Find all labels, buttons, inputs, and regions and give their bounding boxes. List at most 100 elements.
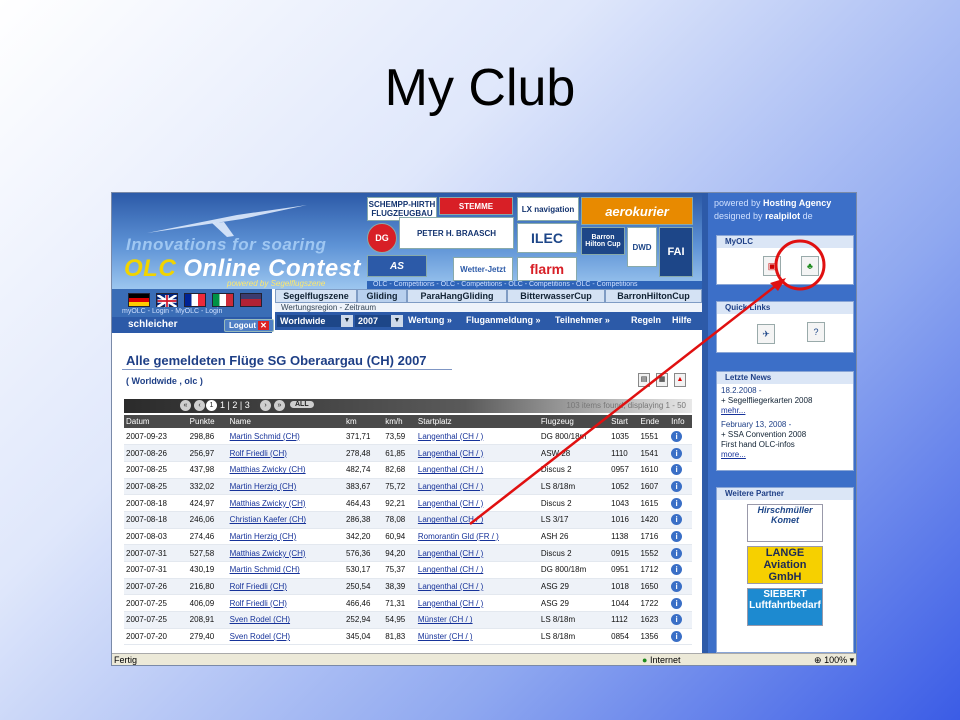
nav-link-regeln[interactable]: Regeln: [631, 315, 661, 325]
column-header[interactable]: Info: [669, 415, 692, 428]
next-page-icon[interactable]: ›: [260, 400, 271, 411]
flag-us-icon[interactable]: [240, 293, 262, 307]
sponsor-logo[interactable]: FAI: [659, 227, 693, 277]
table-row[interactable]: 2007-07-25 208,91 Sven Rodel (CH) 252,94 54,…: [124, 611, 692, 629]
info-cell[interactable]: i: [669, 511, 692, 529]
table-cell[interactable]: Matthias Zwicky (CH): [227, 544, 344, 562]
nav-link-teilnehmer[interactable]: Teilnehmer »: [555, 315, 610, 325]
sponsor-logo[interactable]: AS: [367, 255, 427, 277]
zoom-level[interactable]: ⊕ 100% ▾: [814, 655, 854, 665]
info-icon[interactable]: i: [671, 530, 683, 542]
table-cell[interactable]: Langenthal (CH / ): [415, 428, 539, 446]
table-cell[interactable]: Martin Herzig (CH): [227, 478, 344, 496]
column-header[interactable]: Flugzeug: [538, 415, 610, 428]
info-icon[interactable]: i: [671, 430, 683, 442]
info-cell[interactable]: i: [669, 628, 692, 646]
table-cell[interactable]: Langenthal (CH / ): [415, 444, 539, 462]
table-row[interactable]: 2007-08-18 246,06 Christian Kaefer (CH) 286…: [124, 511, 692, 529]
tab-segelflugszene[interactable]: Segelflugszene: [275, 289, 357, 303]
page-number-icon[interactable]: 1: [206, 400, 217, 411]
flight-upload-icon[interactable]: ✈: [757, 324, 775, 344]
flag-uk-icon[interactable]: [156, 293, 178, 309]
table-row[interactable]: 2007-08-03 274,46 Martin Herzig (CH) 342,20…: [124, 528, 692, 546]
info-cell[interactable]: i: [669, 528, 692, 546]
info-icon[interactable]: i: [671, 631, 683, 643]
tab-bitterwassercup[interactable]: BitterwasserCup: [507, 289, 605, 303]
nav-link-hilfe[interactable]: Hilfe: [672, 315, 692, 325]
table-cell[interactable]: Langenthal (CH / ): [415, 561, 539, 579]
table-row[interactable]: 2007-07-31 527,58 Matthias Zwicky (CH) 576,…: [124, 544, 692, 562]
sponsor-logo[interactable]: DWD: [627, 227, 657, 267]
year-select[interactable]: 2007 ▼: [355, 315, 403, 327]
column-header[interactable]: Startplatz: [415, 415, 539, 428]
table-cell[interactable]: Christian Kaefer (CH): [227, 511, 344, 529]
logout-button[interactable]: Logout ✕: [224, 319, 274, 332]
nav-link-fluganmeldung[interactable]: Fluganmeldung »: [466, 315, 541, 325]
partner-logo[interactable]: SIEBERT Luftfahrtbedarf: [747, 588, 823, 626]
info-cell[interactable]: i: [669, 428, 692, 446]
info-cell[interactable]: i: [669, 544, 692, 562]
info-icon[interactable]: i: [671, 447, 683, 459]
sponsor-logo[interactable]: PETER H. BRAASCH: [399, 217, 514, 249]
column-header[interactable]: Ende: [638, 415, 670, 428]
table-cell[interactable]: Martin Schmid (CH): [227, 561, 344, 579]
partner-logo[interactable]: LANGE Aviation GmbH: [747, 546, 823, 584]
partner-logo[interactable]: Hirschmüller Komet: [747, 504, 823, 542]
table-cell[interactable]: Langenthal (CH / ): [415, 578, 539, 596]
column-header[interactable]: Name: [227, 415, 344, 428]
my-club-icon[interactable]: ♣: [801, 256, 819, 276]
page-numbers[interactable]: 1 | 2 | 3: [220, 400, 250, 410]
table-cell[interactable]: Martin Schmid (CH): [227, 428, 344, 446]
info-icon[interactable]: i: [671, 497, 683, 509]
sponsor-logo[interactable]: Barron Hilton Cup: [581, 227, 625, 255]
table-cell[interactable]: Langenthal (CH / ): [415, 461, 539, 479]
table-row[interactable]: 2007-07-31 430,19 Martin Schmid (CH) 530,17…: [124, 561, 692, 579]
info-icon[interactable]: i: [671, 464, 683, 476]
sponsor-logo[interactable]: Wetter-Jetzt: [453, 257, 513, 281]
sponsor-logo[interactable]: ILEC: [517, 223, 577, 253]
news-more-link[interactable]: mehr...: [721, 406, 745, 415]
sponsor-logo[interactable]: LX navigation: [517, 197, 579, 221]
table-row[interactable]: 2007-08-26 256,97 Rolf Friedli (CH) 278,48 6…: [124, 444, 692, 462]
sponsor-logo[interactable]: STEMME: [439, 197, 513, 215]
region-select[interactable]: Worldwide ▼: [277, 315, 353, 327]
table-cell[interactable]: Langenthal (CH / ): [415, 594, 539, 613]
table-cell[interactable]: Münster (CH / ): [415, 628, 539, 646]
designer-link[interactable]: realpilot: [765, 211, 800, 221]
info-icon[interactable]: i: [671, 480, 683, 492]
table-cell[interactable]: Langenthal (CH / ): [415, 511, 539, 529]
last-page-icon[interactable]: »: [274, 400, 285, 411]
table-row[interactable]: 2007-08-18 424,97 Matthias Zwicky (CH) 464,…: [124, 494, 692, 512]
nav-link-wertung[interactable]: Wertung »: [408, 315, 452, 325]
column-header[interactable]: Punkte: [187, 415, 228, 428]
tab-barronhiltoncup[interactable]: BarronHiltonCup: [605, 289, 702, 303]
table-cell[interactable]: Sven Rodel (CH): [227, 628, 344, 646]
info-cell[interactable]: i: [669, 578, 692, 596]
table-cell[interactable]: Romorantin Gld (FR / ): [415, 528, 539, 546]
table-row[interactable]: 2007-07-20 279,40 Sven Rodel (CH) 345,04 81,…: [124, 628, 692, 646]
sponsor-logo[interactable]: DG: [367, 223, 397, 253]
info-icon[interactable]: i: [671, 614, 683, 626]
first-page-icon[interactable]: «: [180, 400, 191, 411]
info-icon[interactable]: i: [671, 514, 683, 526]
show-all-button[interactable]: ALL: [290, 401, 314, 408]
table-cell[interactable]: Sven Rodel (CH): [227, 611, 344, 629]
info-cell[interactable]: i: [669, 561, 692, 579]
flag-it-icon[interactable]: [212, 293, 234, 307]
table-cell[interactable]: Martin Herzig (CH): [227, 528, 344, 546]
table-cell[interactable]: Rolf Friedli (CH): [227, 444, 344, 462]
table-row[interactable]: 2007-08-25 437,98 Matthias Zwicky (CH) 482,…: [124, 461, 692, 479]
table-cell[interactable]: Rolf Friedli (CH): [227, 578, 344, 596]
tab-parahanggliding[interactable]: ParaHangGliding: [407, 289, 507, 303]
table-row[interactable]: 2007-07-25 406,09 Rolf Friedli (CH) 466,46 7…: [124, 594, 692, 613]
sponsor-logo[interactable]: flarm: [517, 257, 577, 281]
table-cell[interactable]: Langenthal (CH / ): [415, 478, 539, 496]
help-icon[interactable]: ?: [807, 322, 825, 342]
info-icon[interactable]: i: [671, 597, 683, 609]
table-cell[interactable]: Matthias Zwicky (CH): [227, 461, 344, 479]
info-cell[interactable]: i: [669, 478, 692, 496]
sponsor-logo[interactable]: aerokurier: [581, 197, 693, 225]
table-cell[interactable]: Matthias Zwicky (CH): [227, 494, 344, 512]
flag-de-icon[interactable]: [128, 293, 150, 307]
column-header[interactable]: km/h: [383, 415, 416, 428]
